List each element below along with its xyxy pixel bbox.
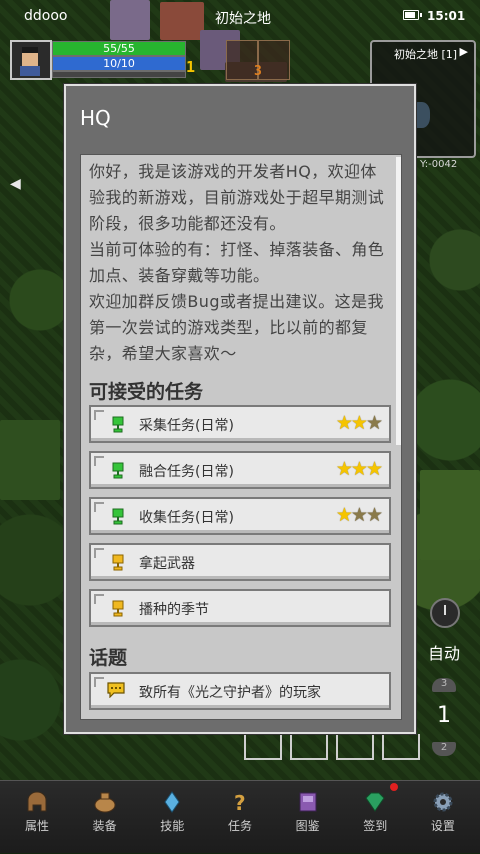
npc-dialog: HQ 你好，我是该游戏的开发者HQ，欢迎体验我的新游戏，目前游戏处于超早期测试阶… — [64, 84, 416, 734]
buff-count: 3 — [254, 64, 262, 79]
corner-decoration — [94, 548, 104, 558]
tree-sprite — [420, 470, 480, 560]
nav-label: 属性 — [24, 819, 49, 833]
difficulty-stars: ★★★ — [335, 504, 383, 526]
svg-text:?: ? — [234, 791, 246, 813]
star-icon: ★ — [350, 504, 368, 526]
topics-section-title: 话题 — [89, 647, 128, 669]
skill-slot[interactable] — [244, 734, 282, 760]
corner-decoration — [94, 677, 104, 687]
quest-item[interactable]: 拿起武器 — [89, 543, 391, 581]
speed-up-button[interactable]: 3 — [432, 678, 456, 692]
crystal-icon — [159, 791, 185, 813]
buff-slot[interactable] — [258, 40, 290, 80]
nav-item-2[interactable]: 技能 — [141, 781, 203, 854]
quests-section-title: 可接受的任务 — [89, 381, 204, 403]
nav-item-4[interactable]: 图鉴 — [277, 781, 339, 854]
nav-item-3[interactable]: ? 任务 — [209, 781, 271, 854]
nav-label: 装备 — [92, 819, 117, 833]
nav-label: 签到 — [363, 819, 388, 833]
mp-bar: 10/10 — [52, 56, 186, 71]
quest-list: 采集任务(日常) ★★★ 融合任务(日常) ★★★ 收集任务(日常) ★★★ 拿起武器 播种的… — [89, 405, 391, 635]
quest-item[interactable]: 播种的季节 — [89, 589, 391, 627]
quest-label: 采集任务(日常) — [139, 418, 234, 434]
quest-label: 收集任务(日常) — [139, 510, 234, 526]
notification-dot — [390, 783, 399, 791]
dialog-title: HQ — [80, 106, 111, 130]
quest-item[interactable]: 收集任务(日常) ★★★ — [89, 497, 391, 535]
star-icon: ★ — [335, 504, 353, 526]
tree-sprite — [0, 420, 60, 500]
difficulty-stars: ★★★ — [335, 458, 383, 480]
quest-label: 拿起武器 — [139, 556, 195, 572]
username: ddooo — [24, 8, 68, 24]
star-icon: ★ — [365, 458, 383, 480]
battery-icon — [403, 10, 422, 20]
star-icon: ★ — [365, 412, 383, 434]
quest-item[interactable]: 采集任务(日常) ★★★ — [89, 405, 391, 443]
minimap-title: 初始之地 [1] — [394, 48, 458, 61]
scrollbar[interactable] — [396, 157, 401, 445]
timer-button[interactable] — [430, 598, 460, 628]
hp-bar: 55/55 — [52, 41, 186, 56]
trophy-icon — [111, 508, 125, 526]
star-icon: ★ — [350, 458, 368, 480]
skill-slot[interactable] — [382, 734, 420, 760]
nav-label: 图鉴 — [295, 819, 320, 833]
clock-time: 15:01 — [427, 9, 466, 23]
corner-decoration — [94, 410, 104, 420]
corner-decoration — [94, 594, 104, 604]
star-icon: ★ — [335, 412, 353, 434]
level-indicator: 1 — [186, 58, 196, 76]
mp-value: 10/10 — [103, 57, 135, 70]
nav-item-5[interactable]: 签到 — [344, 781, 406, 854]
hp-value: 55/55 — [103, 42, 135, 55]
trophy-icon — [111, 462, 125, 480]
coordinate-readout: Y:-0042 — [420, 159, 458, 170]
topic-label: 致所有《光之守护者》的玩家 — [139, 685, 321, 701]
bag-icon — [92, 791, 118, 813]
corner-decoration — [94, 456, 104, 466]
helmet-icon — [24, 791, 50, 813]
question-icon: ? — [227, 791, 253, 815]
quest-item[interactable]: 融合任务(日常) ★★★ — [89, 451, 391, 489]
speed-value: 1 — [437, 703, 451, 728]
nav-label: 技能 — [160, 819, 185, 833]
player-avatar[interactable] — [10, 40, 52, 80]
trophy-icon — [111, 600, 125, 618]
dialog-scroll-area[interactable]: 你好，我是该游戏的开发者HQ，欢迎体验我的新游戏，目前游戏处于超早期测试阶段，很… — [80, 154, 402, 720]
npc-intro-text: 你好，我是该游戏的开发者HQ，欢迎体验我的新游戏，目前游戏处于超早期测试阶段，很… — [89, 162, 385, 363]
star-icon: ★ — [365, 504, 383, 526]
gem-icon — [362, 791, 388, 813]
gear-icon — [430, 791, 456, 813]
system-status-bar: ddooo 初始之地 15:01 — [0, 0, 480, 32]
collapse-left-icon[interactable]: ◀ — [10, 176, 21, 192]
current-map-name: 初始之地 — [215, 11, 271, 27]
minimap-expand-icon[interactable]: ▶ — [460, 45, 468, 58]
trophy-icon — [111, 416, 125, 434]
topic-item[interactable]: 致所有《光之守护者》的玩家 — [89, 672, 391, 710]
topic-list: 致所有《光之守护者》的玩家 — [89, 672, 391, 718]
star-icon: ★ — [335, 458, 353, 480]
difficulty-stars: ★★★ — [335, 412, 383, 434]
quest-label: 融合任务(日常) — [139, 464, 234, 480]
book-icon — [295, 791, 321, 813]
skill-slot[interactable] — [336, 734, 374, 760]
nav-item-0[interactable]: 属性 — [6, 781, 68, 854]
nav-label: 设置 — [430, 819, 455, 833]
skill-slot[interactable] — [290, 734, 328, 760]
quest-label: 播种的季节 — [139, 602, 209, 618]
nav-item-6[interactable]: 设置 — [412, 781, 474, 854]
chat-bubble-icon — [107, 682, 125, 699]
star-icon: ★ — [350, 412, 368, 434]
corner-decoration — [94, 502, 104, 512]
bottom-navigation: 属性 装备 技能? 任务 图鉴 签到 设置 — [0, 780, 480, 853]
auto-battle-button[interactable]: 自动 — [428, 640, 460, 664]
xp-bar — [52, 71, 186, 78]
trophy-icon — [111, 554, 125, 572]
nav-item-1[interactable]: 装备 — [74, 781, 136, 854]
nav-label: 任务 — [227, 819, 252, 833]
